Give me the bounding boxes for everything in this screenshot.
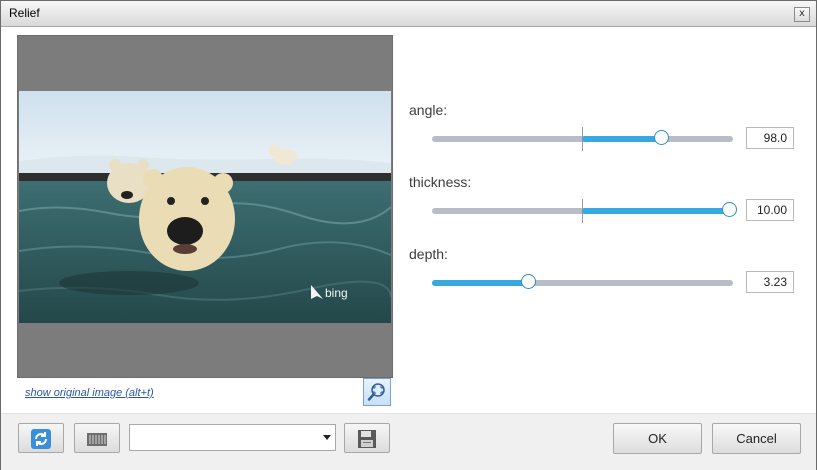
relief-dialog: Relief x bing show original image (alt+t… — [0, 0, 817, 470]
thickness-label: thickness: — [409, 174, 472, 190]
save-preset-button[interactable] — [344, 423, 390, 453]
bing-watermark: bing — [325, 286, 348, 300]
save-disk-icon — [358, 430, 376, 448]
cancel-button[interactable]: Cancel — [712, 423, 801, 454]
angle-slider-thumb[interactable] — [654, 130, 669, 145]
angle-slider-fill — [582, 136, 661, 142]
depth-slider-fill — [432, 280, 529, 286]
thickness-slider-fill — [582, 208, 733, 214]
depth-slider[interactable] — [432, 274, 733, 289]
window-title: Relief — [9, 6, 40, 20]
refresh-icon — [31, 429, 51, 449]
presets-button[interactable] — [74, 423, 120, 453]
preview-canvas[interactable]: bing — [17, 35, 393, 378]
depth-value-field[interactable]: 3.23 — [746, 271, 794, 293]
depth-label: depth: — [409, 246, 448, 262]
ok-button[interactable]: OK — [613, 423, 702, 454]
preset-dropdown[interactable] — [129, 424, 336, 451]
zoom-fit-button[interactable] — [363, 378, 391, 406]
close-icon: x — [799, 8, 805, 19]
reset-button[interactable] — [18, 423, 64, 453]
title-bar[interactable]: Relief x — [1, 1, 816, 27]
show-original-link[interactable]: show original image (alt+t) — [25, 387, 154, 399]
chevron-down-icon — [323, 435, 331, 440]
close-button[interactable]: x — [794, 7, 810, 22]
magnifier-fit-icon — [367, 383, 385, 401]
angle-label: angle: — [409, 102, 448, 118]
angle-slider[interactable] — [432, 127, 733, 151]
thickness-slider-thumb[interactable] — [722, 202, 737, 217]
depth-slider-thumb[interactable] — [521, 274, 536, 289]
preview-image: bing — [19, 91, 391, 323]
thickness-value-field[interactable]: 10.00 — [746, 199, 794, 221]
angle-value-field[interactable]: 98.0 — [746, 127, 794, 149]
thickness-slider[interactable] — [432, 199, 737, 223]
dialog-footer: OK Cancel — [1, 413, 816, 470]
presets-grid-icon — [87, 433, 107, 446]
